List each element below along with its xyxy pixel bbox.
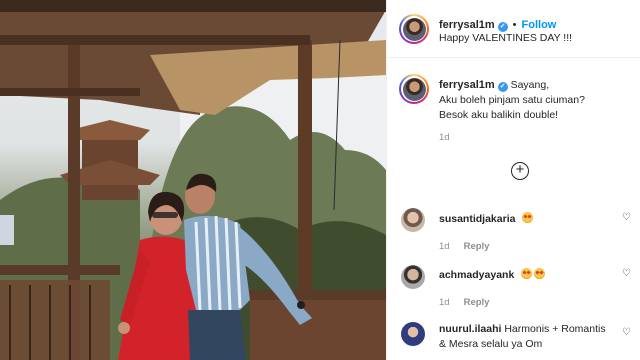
separator-dot: • xyxy=(512,19,517,31)
add-comment-icon[interactable]: + xyxy=(511,162,529,180)
comment-item: nuurul.ilaahi Harmonis + Romantis & Mesr… xyxy=(439,322,609,352)
comment-username[interactable]: achmadyayank xyxy=(439,269,514,281)
comment-item: achmadyayank xyxy=(439,265,545,283)
author-username[interactable]: ferrysal1m xyxy=(439,19,495,31)
post-header: ferrysal1m ✓ • Follow Happy VALENTINES DAY … xyxy=(387,0,640,58)
comment-meta: 1d Reply xyxy=(439,292,489,310)
comment-time: 1d xyxy=(439,241,450,252)
main-comment-username[interactable]: ferrysal1m xyxy=(439,79,495,91)
post-photo[interactable] xyxy=(0,0,386,360)
comment-item: susantidjakaria xyxy=(439,209,533,227)
comment-avatar[interactable] xyxy=(401,208,425,232)
comment-meta: 1d Reply xyxy=(439,236,489,254)
comment-time: 1d xyxy=(439,297,450,308)
comment-avatar[interactable] xyxy=(401,265,425,289)
heart-icon[interactable]: ♡ xyxy=(622,268,632,279)
main-comment-line-1: Sayang, xyxy=(510,79,550,91)
heart-eyes-emoji xyxy=(533,268,545,279)
verified-icon: ✓ xyxy=(497,82,508,92)
comment-avatar[interactable] xyxy=(401,322,425,346)
reply-button[interactable]: Reply xyxy=(464,297,490,308)
heart-eyes-emoji xyxy=(520,268,532,279)
heart-icon[interactable]: ♡ xyxy=(622,327,632,338)
reply-button[interactable]: Reply xyxy=(464,241,490,252)
main-comment-time: 1d xyxy=(439,132,450,143)
main-comment: ferrysal1m ✓ Sayang, Aku boleh pinjam sat… xyxy=(439,78,631,143)
comments-panel: ferrysal1m ✓ • Follow Happy VALENTINES DAY … xyxy=(386,0,640,360)
post-caption: Happy VALENTINES DAY !!! xyxy=(439,32,573,44)
heart-eyes-emoji xyxy=(521,212,533,223)
comment-username[interactable]: nuurul.ilaahi xyxy=(439,323,501,335)
comment-author-avatar[interactable] xyxy=(399,74,429,104)
author-avatar[interactable] xyxy=(399,14,429,44)
photo-scene xyxy=(0,0,386,360)
follow-button[interactable]: Follow xyxy=(522,19,557,31)
comment-username[interactable]: susantidjakaria xyxy=(439,213,515,225)
main-comment-line-3: Besok aku balikin double! xyxy=(439,109,559,121)
main-comment-line-2: Aku boleh pinjam satu ciuman? xyxy=(439,94,585,106)
heart-icon[interactable]: ♡ xyxy=(622,212,632,223)
